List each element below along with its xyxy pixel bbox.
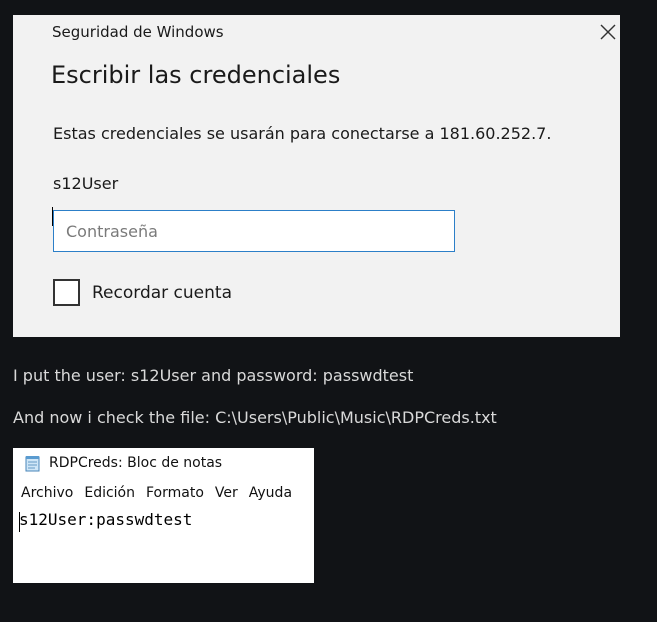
remember-checkbox[interactable] [53, 279, 80, 306]
menu-ayuda[interactable]: Ayuda [249, 485, 292, 507]
notepad-text-content[interactable]: s12User:passwdtest [19, 510, 192, 529]
remember-account-option[interactable]: Recordar cuenta [53, 279, 232, 306]
menu-archivo[interactable]: Archivo [21, 485, 73, 507]
notepad-title: RDPCreds: Bloc de notas [49, 455, 223, 471]
menu-formato[interactable]: Formato [146, 485, 204, 507]
post-text-line: And now i check the file: C:\Users\Publi… [13, 408, 497, 427]
dialog-window-title: Seguridad de Windows [52, 23, 224, 41]
dialog-heading: Escribir las credenciales [51, 61, 341, 89]
close-icon[interactable] [597, 21, 619, 43]
text-caret [19, 512, 20, 532]
credentials-dialog: Seguridad de Windows Escribir las creden… [13, 15, 620, 337]
notepad-window: RDPCreds: Bloc de notas Archivo Edición … [13, 448, 314, 583]
password-input[interactable] [53, 210, 455, 252]
notepad-titlebar: RDPCreds: Bloc de notas [13, 448, 314, 478]
username-label: s12User [53, 174, 119, 193]
menu-edicion[interactable]: Edición [84, 485, 135, 507]
post-text-line: I put the user: s12User and password: pa… [13, 366, 414, 385]
remember-label: Recordar cuenta [92, 282, 232, 303]
notepad-menubar: Archivo Edición Formato Ver Ayuda [13, 485, 295, 507]
text-caret [52, 207, 53, 226]
menu-ver[interactable]: Ver [215, 485, 238, 507]
dialog-message: Estas credenciales se usarán para conect… [53, 124, 552, 143]
notepad-icon [25, 455, 42, 472]
